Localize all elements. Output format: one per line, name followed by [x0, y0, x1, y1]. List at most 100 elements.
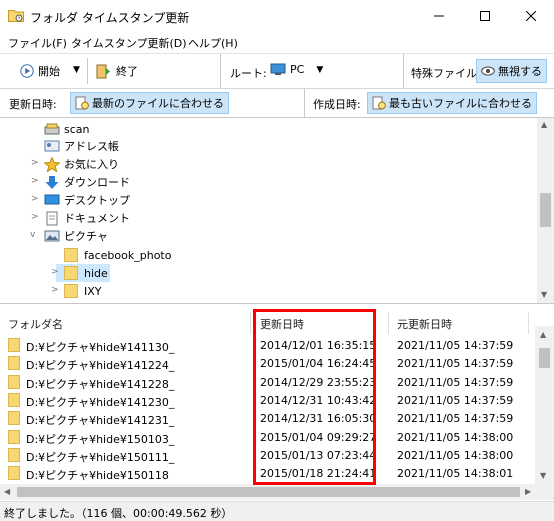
table-row[interactable]: D:¥ピクチャ¥hide¥141231_ 2014/12/31 16:05:30…	[0, 409, 535, 427]
table-row[interactable]: D:¥ピクチャ¥hide¥141230_ 2014/12/31 10:43:42…	[0, 391, 535, 409]
created-mode-value: 最も古いファイルに合わせる	[389, 97, 532, 110]
folder-icon	[64, 266, 78, 280]
start-dropdown-icon[interactable]: ▼	[73, 65, 80, 75]
folder-icon	[8, 356, 20, 371]
folder-icon	[8, 466, 20, 481]
tree-item-hide[interactable]: hide	[64, 264, 108, 282]
play-icon	[20, 64, 34, 78]
expand-chevron-icon[interactable]: >	[31, 212, 39, 222]
tree-item-desktop[interactable]: デスクトップ	[44, 191, 130, 209]
column-divider[interactable]	[388, 312, 389, 334]
folder-tree[interactable]: scan アドレス帳 > お気に入り > ダウンロード > デスクトップ > ド…	[0, 118, 554, 304]
root-dropdown-icon: ▼	[316, 64, 324, 75]
exit-door-icon	[96, 64, 110, 78]
modified-mode-value: 最新のファイルに合わせる	[92, 97, 224, 110]
expand-chevron-icon[interactable]: >	[31, 176, 39, 186]
modified-mode-button[interactable]: 最新のファイルに合わせる	[70, 92, 229, 114]
toolbar-separator	[220, 54, 221, 88]
tree-item-pictures[interactable]: ピクチャ	[44, 227, 108, 245]
desktop-icon	[44, 194, 60, 205]
end-button[interactable]: 終了	[96, 63, 138, 79]
table-row[interactable]: D:¥ピクチャ¥hide¥141228_ 2014/12/29 23:55:23…	[0, 373, 535, 391]
menu-help[interactable]: ヘルプ(H)	[188, 35, 238, 51]
created-mode-button[interactable]: 最も古いファイルに合わせる	[367, 92, 537, 114]
tree-item-scan[interactable]: scan	[44, 120, 90, 138]
tree-item-facebook-photo[interactable]: facebook_photo	[64, 246, 171, 264]
eye-icon	[481, 66, 495, 76]
folder-icon	[8, 392, 20, 407]
tree-scrollbar[interactable]: ▲ ▼	[537, 118, 554, 303]
menu-file[interactable]: ファイル(F)	[8, 35, 67, 51]
status-text: 終了しました。（116 個、00:00:49.562 秒）	[4, 507, 233, 520]
main-toolbar: 開始 ▼ 終了 ルート: PC ▼ 特殊ファイル: 無視する	[0, 53, 554, 89]
special-file-label: 特殊ファイル:	[411, 67, 481, 80]
menu-timestamp[interactable]: タイムスタンプ更新(D)	[71, 35, 187, 51]
folder-icon	[8, 429, 20, 444]
col-header-original-modified[interactable]: 元更新日時	[397, 316, 452, 332]
created-label: 作成日時:	[313, 98, 361, 111]
scroll-down-icon[interactable]: ▼	[540, 471, 546, 480]
folder-icon	[64, 284, 78, 298]
root-label: ルート:	[230, 67, 267, 80]
root-value: PC	[290, 63, 305, 76]
expand-chevron-icon[interactable]: >	[31, 158, 39, 168]
document-clock-icon	[75, 96, 89, 110]
window-title: フォルダ タイムスタンプ更新	[30, 11, 190, 25]
scanner-icon	[44, 123, 60, 135]
folder-icon	[8, 411, 20, 426]
minimize-icon	[434, 15, 444, 17]
list-horizontal-scrollbar[interactable]: ◀ ▶	[0, 484, 554, 500]
tree-item-documents[interactable]: ドキュメント	[44, 209, 130, 227]
document-icon	[46, 211, 58, 225]
date-toolbar: 更新日時: 最新のファイルに合わせる 作成日時: 最も古いファイルに合わせる	[0, 89, 554, 118]
expand-chevron-icon[interactable]: >	[51, 285, 59, 295]
toolbar-separator	[304, 89, 305, 117]
scroll-up-icon[interactable]: ▲	[541, 120, 547, 129]
maximize-button[interactable]	[462, 0, 508, 32]
modified-label: 更新日時:	[9, 98, 57, 111]
tree-item-downloads[interactable]: ダウンロード	[44, 173, 130, 191]
scroll-right-icon[interactable]: ▶	[525, 487, 531, 496]
expand-chevron-icon[interactable]: >	[31, 194, 39, 204]
folder-icon	[8, 338, 20, 352]
result-list[interactable]: D:¥ピクチャ¥hide¥141130_ 2014/12/01 16:35:15…	[0, 336, 535, 484]
minimize-button[interactable]	[416, 0, 462, 32]
folder-icon	[8, 374, 20, 389]
toolbar-separator	[403, 54, 404, 88]
tree-item-address-book[interactable]: アドレス帳	[44, 137, 119, 155]
table-row[interactable]: D:¥ピクチャ¥hide¥150118 2015/01/18 21:24:41 …	[0, 464, 535, 482]
col-header-modified[interactable]: 更新日時	[260, 316, 304, 332]
folder-icon	[64, 248, 78, 262]
column-divider[interactable]	[250, 312, 251, 334]
toolbar-separator	[87, 58, 88, 84]
list-vertical-scrollbar[interactable]: ▲ ▼	[535, 326, 554, 484]
col-header-folder[interactable]: フォルダ名	[8, 316, 63, 332]
status-bar: 終了しました。（116 個、00:00:49.562 秒）	[0, 501, 554, 521]
table-row[interactable]: D:¥ピクチャ¥hide¥141224_ 2015/01/04 16:24:45…	[0, 354, 535, 372]
root-selector[interactable]: PC ▼	[270, 63, 323, 76]
scroll-up-icon[interactable]: ▲	[540, 330, 546, 339]
start-label: 開始	[38, 65, 60, 78]
document-clock-icon	[372, 96, 386, 110]
collapse-chevron-icon[interactable]: v	[30, 230, 35, 240]
tree-scroll-thumb[interactable]	[540, 193, 551, 227]
table-row[interactable]: D:¥ピクチャ¥hide¥141130_ 2014/12/01 16:35:15…	[0, 336, 535, 354]
ignore-special-button[interactable]: 無視する	[476, 59, 547, 83]
folder-app-icon	[8, 10, 24, 22]
scroll-down-icon[interactable]: ▼	[541, 290, 547, 299]
scroll-left-icon[interactable]: ◀	[4, 487, 10, 496]
list-hscroll-thumb[interactable]	[17, 487, 520, 497]
table-row[interactable]: D:¥ピクチャ¥hide¥150111_ 2015/01/13 07:23:44…	[0, 446, 535, 464]
star-icon	[44, 156, 60, 172]
ignore-label: 無視する	[498, 65, 542, 78]
folder-icon	[8, 447, 20, 462]
table-row[interactable]: D:¥ピクチャ¥hide¥150103_ 2015/01/04 09:29:27…	[0, 428, 535, 446]
list-scroll-thumb[interactable]	[539, 348, 550, 368]
menu-bar: ファイル(F) タイムスタンプ更新(D) ヘルプ(H)	[0, 32, 554, 52]
tree-item-ixy[interactable]: IXY	[64, 282, 102, 300]
column-divider[interactable]	[528, 312, 529, 334]
expand-chevron-icon[interactable]: >	[51, 267, 59, 277]
close-button[interactable]	[508, 0, 554, 32]
tree-item-favorites[interactable]: お気に入り	[44, 155, 119, 173]
start-button[interactable]: 開始	[20, 63, 60, 79]
